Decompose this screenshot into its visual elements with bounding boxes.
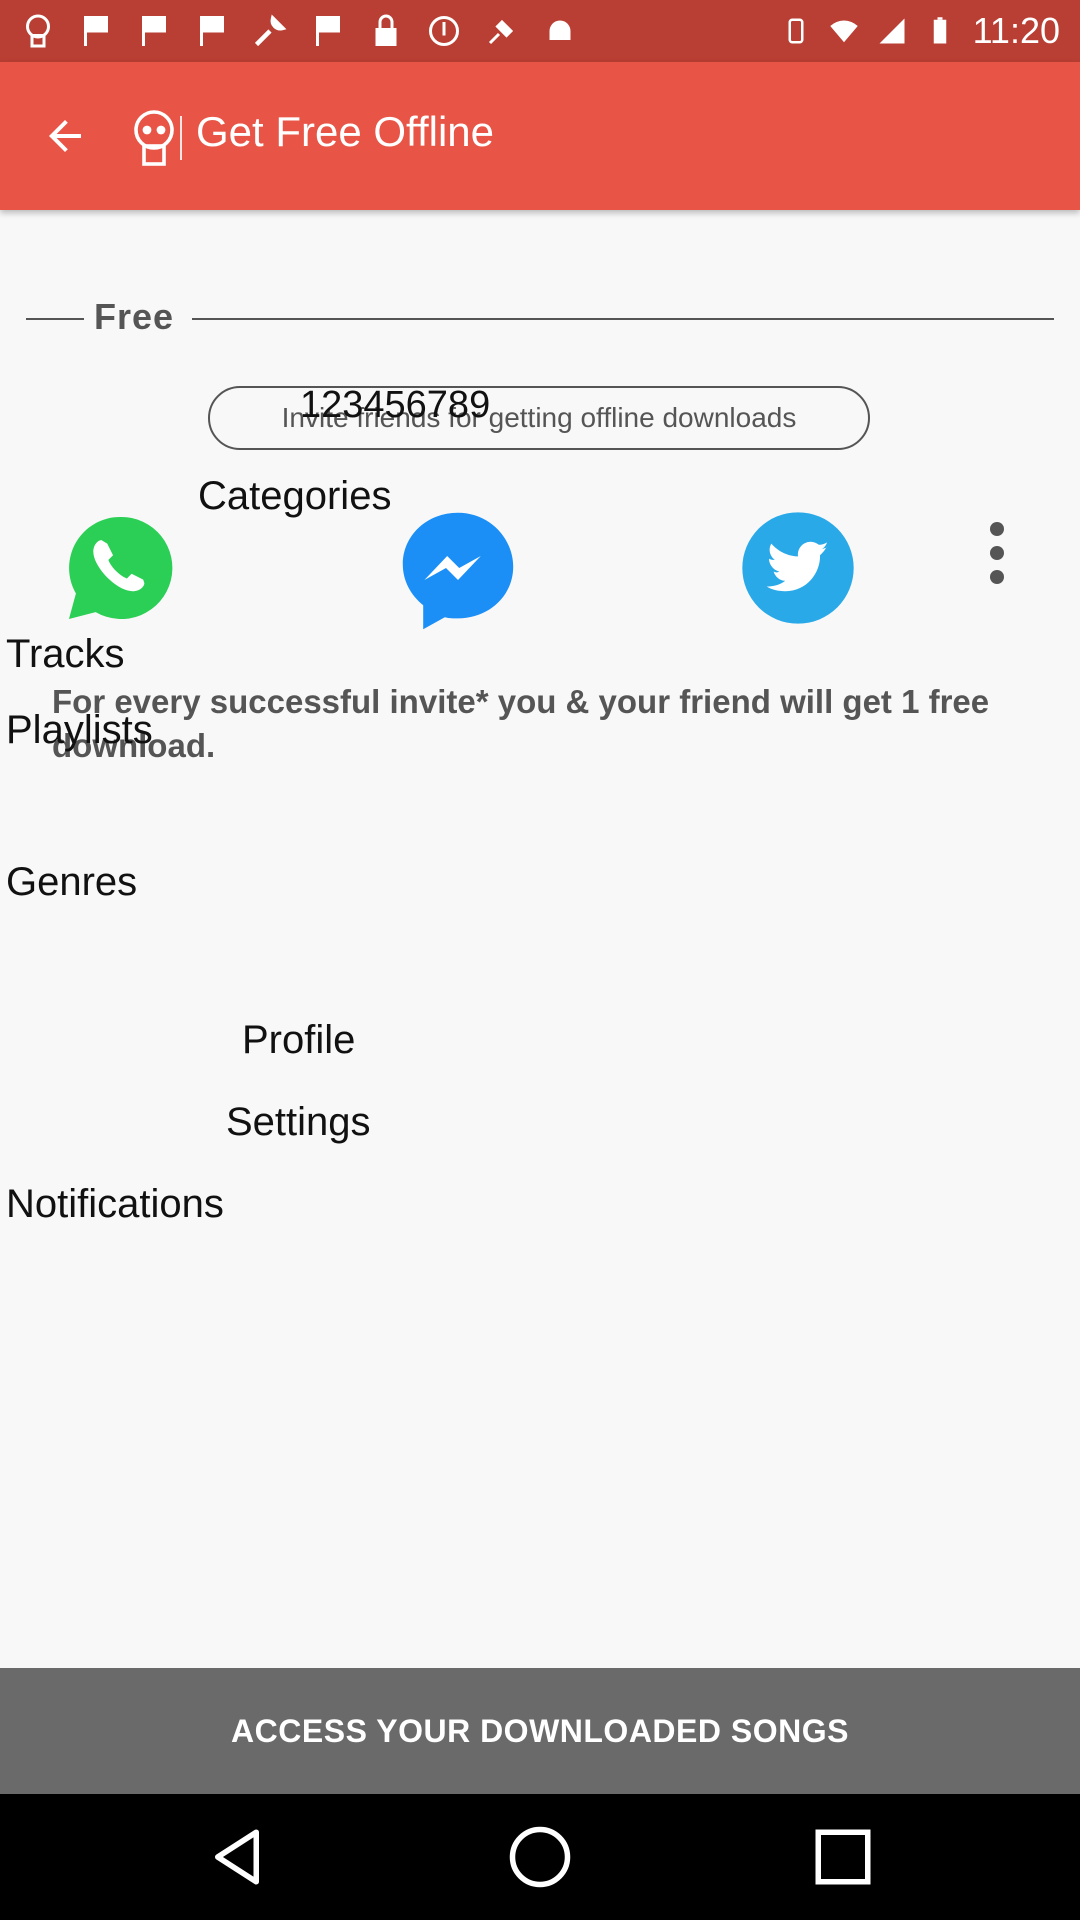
whatsapp-icon[interactable]	[62, 510, 178, 626]
messenger-icon[interactable]	[398, 508, 518, 634]
lock-icon	[375, 14, 397, 46]
fake-gps-icon	[488, 19, 514, 45]
twitter-icon[interactable]	[740, 510, 856, 626]
overlay-number: 123456789	[300, 384, 491, 426]
invite-info-text: For every successful invite* you & your …	[52, 683, 990, 764]
flag-icon	[316, 16, 340, 46]
nav-tracks[interactable]: Tracks	[6, 632, 125, 677]
wrench-icon	[254, 14, 287, 47]
app-logo-icon	[134, 110, 174, 166]
wifi-icon	[829, 20, 858, 43]
nav-notifications[interactable]: Notifications	[6, 1182, 224, 1227]
vibrate-icon	[788, 18, 804, 44]
page-title: Get Free Offline	[196, 108, 495, 155]
android-icon	[549, 20, 571, 40]
back-arrow-icon	[49, 120, 81, 152]
info-icon	[429, 16, 459, 46]
divider-line	[192, 318, 1054, 320]
flag-icon	[84, 16, 108, 46]
status-right-icons: 11:20	[781, 8, 1060, 54]
system-nav-bar	[0, 1794, 1080, 1920]
nav-playlists[interactable]: Playlists	[6, 708, 153, 753]
access-downloaded-songs-button[interactable]: ACCESS YOUR DOWNLOADED SONGS	[0, 1668, 1080, 1794]
app-bar: Get Free Offline	[0, 62, 1080, 210]
divider-line	[26, 318, 84, 320]
battery-icon	[933, 17, 946, 44]
back-nav-icon[interactable]	[204, 1824, 270, 1890]
free-section-header: Free	[26, 296, 1054, 340]
logo-divider	[180, 116, 182, 160]
nav-categories[interactable]: Categories	[198, 474, 391, 519]
free-label: Free	[94, 296, 175, 337]
app-notification-icon	[26, 14, 50, 48]
recents-nav-icon[interactable]	[810, 1824, 876, 1890]
flag-icon	[200, 16, 224, 46]
home-nav-icon[interactable]	[507, 1824, 573, 1890]
nav-genres[interactable]: Genres	[6, 860, 137, 905]
status-left-icons	[20, 10, 578, 52]
nav-settings[interactable]: Settings	[226, 1100, 371, 1145]
signal-icon	[879, 18, 905, 44]
status-bar: 11:20	[0, 0, 1080, 62]
nav-profile[interactable]: Profile	[242, 1018, 355, 1063]
back-button[interactable]	[30, 106, 100, 166]
flag-icon	[142, 16, 166, 46]
more-vert-icon[interactable]	[980, 512, 1014, 602]
clock: 11:20	[972, 10, 1060, 51]
